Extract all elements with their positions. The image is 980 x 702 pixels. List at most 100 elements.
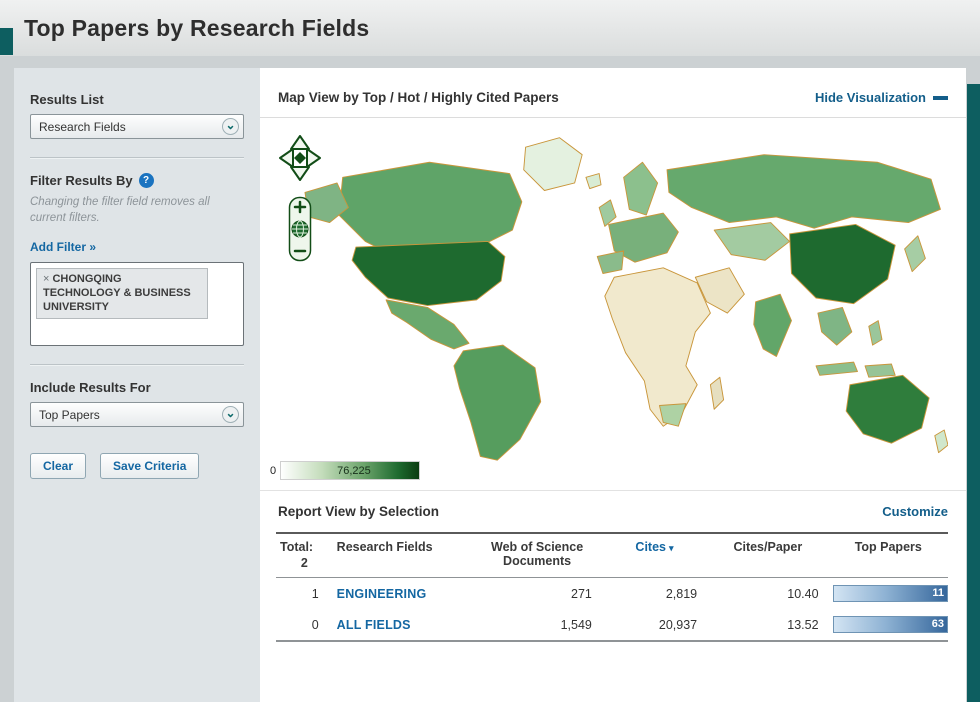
help-icon[interactable]: ? <box>138 173 154 188</box>
legend-min-value: 0 <box>270 464 277 477</box>
sidebar-divider <box>30 364 244 367</box>
cites-cell: 2,819 <box>665 586 698 601</box>
col-research-fields: Research Fields <box>336 540 433 554</box>
col-total: Total: 2 <box>276 533 333 578</box>
save-criteria-button[interactable]: Save Criteria <box>100 453 200 480</box>
map-indonesia-east <box>864 363 896 378</box>
top-papers-bar: 63 <box>832 616 948 633</box>
main-panel: Map View by Top / Hot / Highly Cited Pap… <box>260 68 966 702</box>
col-cites: Cites ▾ <box>602 533 707 578</box>
map-madagascar <box>709 376 725 410</box>
top-papers-cell: 11 <box>829 578 948 610</box>
map-new-zealand <box>934 429 948 454</box>
pan-center-icon <box>294 152 306 164</box>
include-results-label: Include Results For <box>30 380 151 396</box>
clear-button[interactable]: Clear <box>30 453 87 480</box>
include-results-value: Top Papers <box>39 407 100 422</box>
field-link-engineering[interactable]: ENGINEERING <box>337 587 427 601</box>
page-title: Top Papers by Research Fields <box>24 14 370 41</box>
table-row: 0 ALL FIELDS 1,549 20,937 13.52 63 <box>276 609 948 641</box>
map-pan-control[interactable] <box>278 134 322 187</box>
map-china <box>789 223 896 305</box>
col-cites-per-paper: Cites/Paper <box>733 540 803 554</box>
chevron-down-icon: ⌄ <box>222 118 239 135</box>
docs-cell: 271 <box>571 586 592 601</box>
results-list-label: Results List <box>30 92 104 107</box>
filter-results-label: Filter Results By <box>30 173 133 188</box>
filter-tag[interactable]: × CHONGQING TECHNOLOGY & BUSINESS UNIVERS… <box>36 268 208 320</box>
chevron-down-icon: ⌄ <box>222 406 239 424</box>
cites-per-paper-cell: 10.40 <box>787 586 819 601</box>
world-map-svg <box>304 137 948 461</box>
map-indonesia <box>815 361 858 376</box>
map-central-asia <box>713 222 791 261</box>
map-japan <box>904 235 926 273</box>
table-row: 1 ENGINEERING 271 2,819 10.40 11 <box>276 578 948 610</box>
map-russia <box>666 154 941 229</box>
table-header-row: Total: 2 Research Fields Web of Science … <box>276 533 948 578</box>
map-legend: 0 76,225 <box>270 461 421 480</box>
customize-link[interactable]: Customize <box>882 504 948 519</box>
rank-cell: 1 <box>311 586 319 601</box>
map-header: Map View by Top / Hot / Highly Cited Pap… <box>260 68 966 118</box>
report-header: Report View by Selection Customize <box>260 490 966 532</box>
map-mexico <box>385 299 470 350</box>
map-zoom-control[interactable] <box>288 196 312 267</box>
cites-sort-label: Cites <box>635 540 666 554</box>
filter-tag-label: CHONGQING TECHNOLOGY & BUSINESS UNIVERSI… <box>43 273 191 313</box>
results-list-select[interactable]: Research Fields ⌄ <box>30 114 244 139</box>
map-greenland <box>523 137 583 191</box>
pan-up-icon <box>290 135 310 150</box>
cites-per-paper-cell: 13.52 <box>787 617 819 632</box>
results-list-value: Research Fields <box>39 119 126 134</box>
sort-descending-icon: ▾ <box>669 543 674 553</box>
top-papers-value: 63 <box>931 618 944 630</box>
map-india <box>753 293 792 357</box>
map-usa <box>351 240 506 307</box>
field-cell: ALL FIELDS <box>333 609 473 641</box>
right-scroll-strip[interactable] <box>967 84 980 702</box>
filter-box: × CHONGQING TECHNOLOGY & BUSINESS UNIVERS… <box>30 262 244 347</box>
total-label: Total: <box>280 540 314 554</box>
legend-max-value: 76,225 <box>337 465 371 477</box>
report-view-title: Report View by Selection <box>278 504 440 519</box>
col-wos-documents: Web of Science Documents <box>491 540 584 568</box>
pan-down-icon <box>290 166 310 181</box>
map-south-america <box>453 344 542 461</box>
hide-visualization-label: Hide Visualization <box>814 90 926 105</box>
map-se-asia <box>817 306 853 346</box>
map-africa <box>604 267 711 427</box>
add-filter-link[interactable]: Add Filter » <box>30 240 96 254</box>
docs-cell: 1,549 <box>560 617 592 632</box>
col-top-papers: Top Papers <box>854 540 922 554</box>
cites-cell: 20,937 <box>658 617 698 632</box>
total-value: 2 <box>300 556 308 570</box>
pan-right-icon <box>306 148 321 168</box>
map-uk <box>598 199 617 227</box>
report-table: Total: 2 Research Fields Web of Science … <box>276 532 948 642</box>
pan-left-icon <box>279 148 294 168</box>
map-scandinavia <box>623 161 659 216</box>
rank-cell: 0 <box>311 617 319 632</box>
field-cell: ENGINEERING <box>333 578 473 610</box>
corner-accent <box>0 28 13 55</box>
map-iceland <box>585 173 602 190</box>
map-spain <box>596 250 625 274</box>
top-papers-cell: 63 <box>829 609 948 641</box>
include-results-select[interactable]: Top Papers ⌄ <box>30 402 244 428</box>
field-link-all-fields[interactable]: ALL FIELDS <box>337 618 411 632</box>
cites-sort-link[interactable]: Cites ▾ <box>635 540 673 554</box>
hide-visualization-link[interactable]: Hide Visualization <box>815 90 948 105</box>
map-australia <box>845 374 930 444</box>
world-map[interactable]: 0 76,225 <box>260 118 966 490</box>
top-papers-bar: 11 <box>832 585 948 602</box>
map-view-title: Map View by Top / Hot / Highly Cited Pap… <box>278 90 559 105</box>
sidebar: Results List Research Fields ⌄ Filter Re… <box>14 68 260 702</box>
remove-filter-icon[interactable]: × <box>43 273 49 285</box>
top-papers-value: 11 <box>932 587 944 599</box>
legend-gradient-bar: 76,225 <box>280 461 421 480</box>
map-philippines <box>868 320 883 346</box>
sidebar-divider <box>30 157 244 159</box>
content-area: Results List Research Fields ⌄ Filter Re… <box>14 68 966 702</box>
map-south-africa <box>659 403 687 427</box>
